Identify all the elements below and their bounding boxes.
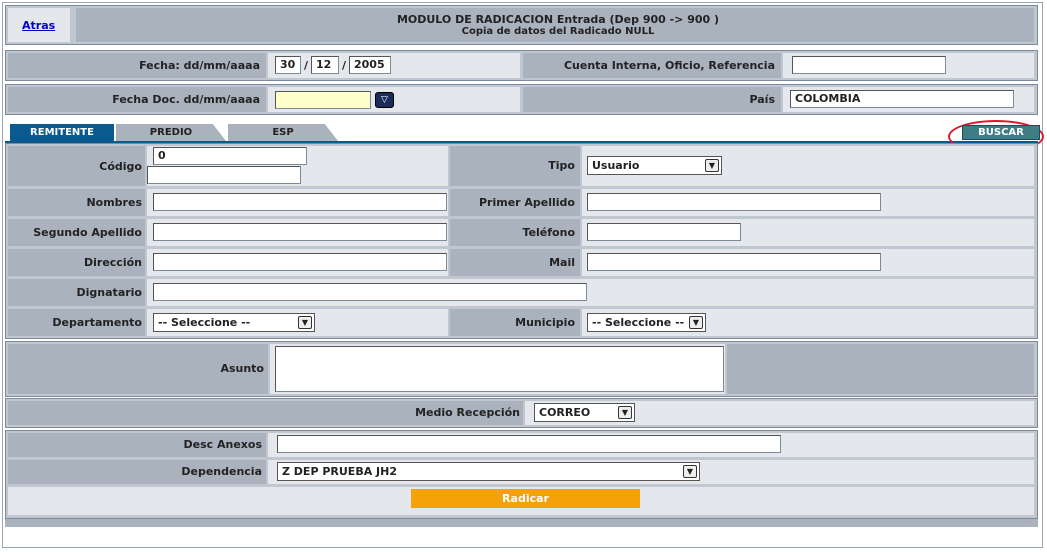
primer-apellido-input[interactable] — [587, 193, 881, 211]
date-separator: / — [342, 59, 347, 72]
asunto-textarea[interactable] — [275, 346, 724, 392]
segundo-apellido-input[interactable] — [153, 223, 447, 241]
direccion-label: Dirección — [84, 256, 142, 269]
day-input[interactable]: 30 — [275, 56, 301, 74]
fecha-label: Fecha: dd/mm/aaaa — [139, 59, 260, 72]
segundo-apellido-label: Segundo Apellido — [33, 226, 142, 239]
bottom-bar — [5, 519, 1038, 527]
departamento-select-value: -- Seleccione -- — [158, 316, 251, 329]
fecha-doc-input[interactable] — [275, 91, 371, 109]
departamento-label: Departamento — [52, 316, 142, 329]
chevron-down-icon: ▼ — [683, 465, 697, 478]
dependencia-select-value: Z DEP PRUEBA JH2 — [282, 465, 398, 478]
dignatario-input[interactable] — [153, 283, 587, 301]
year-input[interactable]: 2005 — [349, 56, 391, 74]
codigo-label: Código — [99, 160, 142, 173]
dependencia-select[interactable]: Z DEP PRUEBA JH2 ▼ — [277, 462, 700, 481]
page-title: MODULO DE RADICACION Entrada (Dep 900 ->… — [396, 13, 720, 26]
chevron-down-icon: ▼ — [298, 316, 312, 329]
buscar-button[interactable]: BUSCAR — [962, 125, 1040, 140]
back-link[interactable]: Atras — [22, 19, 55, 32]
medio-label: Medio Recepción — [415, 406, 520, 419]
fecha-doc-label: Fecha Doc. dd/mm/aaaa — [112, 93, 260, 106]
tipo-select-value: Usuario — [592, 159, 640, 172]
telefono-input[interactable] — [587, 223, 741, 241]
telefono-label: Teléfono — [522, 226, 575, 239]
tab-remitente[interactable]: REMITENTE — [10, 124, 114, 141]
asunto-label: Asunto — [220, 362, 264, 375]
tab-esp[interactable]: ESP — [228, 124, 338, 141]
chevron-down-icon: ▼ — [618, 406, 632, 419]
page-subtitle: Copia de datos del Radicado NULL — [461, 26, 655, 37]
municipio-label: Municipio — [515, 316, 575, 329]
nombres-input[interactable] — [153, 193, 447, 211]
mail-input[interactable] — [587, 253, 881, 271]
municipio-select-value: -- Seleccione -- — [592, 316, 685, 329]
calendar-icon[interactable]: ▽ — [375, 92, 394, 108]
direccion-input[interactable] — [153, 253, 447, 271]
tab-predio[interactable]: PREDIO — [116, 124, 226, 141]
date-separator: / — [304, 59, 309, 72]
nombres-label: Nombres — [86, 196, 142, 209]
tipo-label: Tipo — [548, 159, 575, 172]
departamento-select[interactable]: -- Seleccione -- ▼ — [153, 313, 315, 332]
pais-input[interactable]: COLOMBIA — [790, 90, 1014, 108]
dependencia-label: Dependencia — [181, 465, 262, 478]
mail-label: Mail — [549, 256, 575, 269]
codigo-secondary-input[interactable] — [147, 166, 301, 184]
chevron-down-icon: ▼ — [705, 159, 719, 172]
cuenta-input[interactable] — [792, 56, 946, 74]
primer-apellido-label: Primer Apellido — [478, 196, 575, 209]
desc-anexos-label: Desc Anexos — [183, 438, 263, 451]
cuenta-label: Cuenta Interna, Oficio, Referencia — [563, 59, 775, 72]
month-input[interactable]: 12 — [311, 56, 339, 74]
municipio-select[interactable]: -- Seleccione -- ▼ — [587, 313, 706, 332]
chevron-down-icon: ▼ — [689, 316, 703, 329]
medio-select-value: CORREO — [539, 406, 591, 419]
codigo-input[interactable]: 0 — [153, 147, 307, 165]
desc-anexos-input[interactable] — [277, 435, 781, 453]
tipo-select[interactable]: Usuario ▼ — [587, 156, 722, 175]
asunto-right-cell — [727, 344, 1034, 394]
medio-select[interactable]: CORREO ▼ — [534, 403, 635, 422]
dignatario-label: Dignatario — [76, 286, 142, 299]
pais-label: País — [749, 93, 775, 106]
radicar-button[interactable]: Radicar — [411, 489, 640, 508]
